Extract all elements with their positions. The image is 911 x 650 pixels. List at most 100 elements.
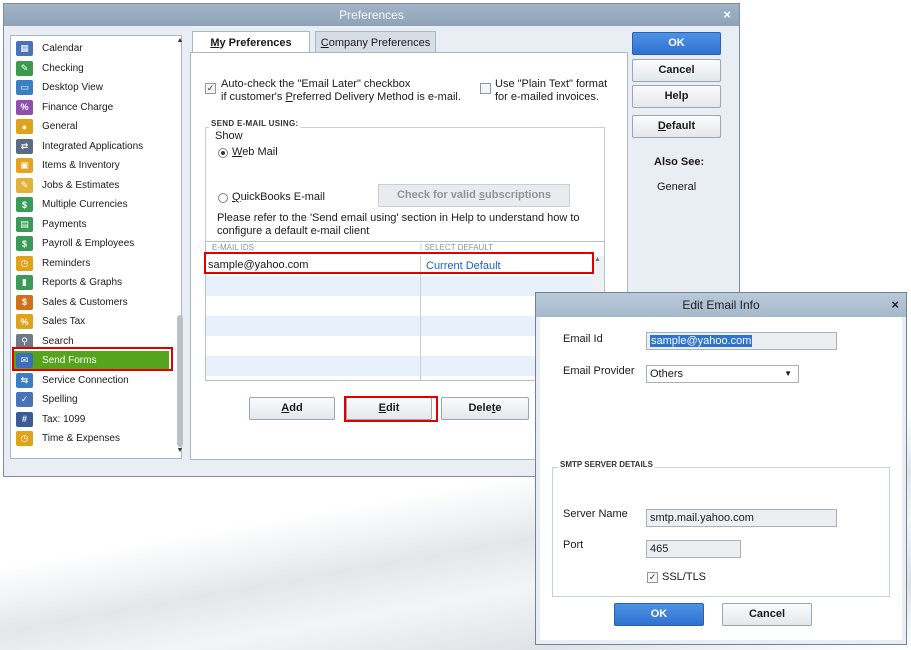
sidebar-item-tax-1099[interactable]: # Tax: 1099 <box>13 410 169 429</box>
help-button[interactable]: Help <box>632 85 721 108</box>
auto-check-line2a: if customer's <box>221 91 286 103</box>
auto-check-email-later-checkbox[interactable]: ✓ <box>205 83 216 94</box>
sidebar-item-spelling[interactable]: ✓ Spelling <box>13 390 169 409</box>
ok-button[interactable]: OK <box>632 32 721 55</box>
quickbooks-email-label[interactable]: QuickBooks E-mail <box>232 191 325 203</box>
integrated-applications-icon: ⇄ <box>16 138 33 154</box>
tab-company-underline: C <box>320 37 329 49</box>
also-see-label: Also See: <box>654 156 705 168</box>
edit-button-highlight-box <box>344 396 438 422</box>
sidebar-item-payroll-employees[interactable]: $ Payroll & Employees <box>13 234 169 253</box>
add-rest: dd <box>289 402 303 414</box>
sidebar-item-label: Calendar <box>42 43 83 54</box>
sidebar-item-general[interactable]: ● General <box>13 117 169 136</box>
check-subs-b: ubscriptions <box>485 189 552 201</box>
sidebar-item-label: Desktop View <box>42 82 103 93</box>
cancel-button[interactable]: Cancel <box>632 59 721 82</box>
scroll-up-icon[interactable]: ▲ <box>176 37 184 44</box>
sidebar-item-label: Payroll & Employees <box>42 238 135 249</box>
sidebar-item-reports-graphs[interactable]: ▮ Reports & Graphs <box>13 273 169 292</box>
sidebar-item-jobs-estimates[interactable]: ✎ Jobs & Estimates <box>13 176 169 195</box>
email-id-label: Email Id <box>563 333 603 345</box>
sidebar-item-time-expenses[interactable]: ◷ Time & Expenses <box>13 429 169 448</box>
grid-scroll-up-icon[interactable]: ▲ <box>594 256 601 263</box>
ssl-tls-checkbox[interactable]: ✓ <box>647 572 658 583</box>
tax-1099-icon: # <box>16 411 33 427</box>
delete-button[interactable]: Delete <box>441 397 529 420</box>
general-icon: ● <box>16 119 33 134</box>
default-underline: D <box>657 120 666 132</box>
send-email-using-title: SEND E-MAIL USING: <box>209 119 301 128</box>
edit-dialog-cancel-button[interactable]: Cancel <box>722 603 812 626</box>
sidebar-item-service-connection[interactable]: ⇆ Service Connection <box>13 371 169 390</box>
payments-icon: ▤ <box>16 216 33 232</box>
auto-check-line2-underline: P <box>285 91 293 103</box>
close-icon[interactable]: × <box>723 4 731 26</box>
spelling-icon: ✓ <box>16 392 33 407</box>
email-provider-select[interactable]: Others ▼ <box>646 365 799 383</box>
quickbooks-email-radio[interactable] <box>218 193 228 203</box>
sidebar-item-sales-customers[interactable]: $ Sales & Customers <box>13 293 169 312</box>
delete-a: Dele <box>468 402 492 414</box>
finance-charge-icon: % <box>16 99 33 115</box>
email-id-field[interactable]: sample@yahoo.com <box>646 332 837 350</box>
edit-dialog-ok-button[interactable]: OK <box>614 603 704 626</box>
tab-my-label: y Preferences <box>219 37 292 49</box>
server-name-field[interactable]: smtp.mail.yahoo.com <box>646 509 837 527</box>
sidebar-item-reminders[interactable]: ◷ Reminders <box>13 254 169 273</box>
sidebar-item-label: Items & Inventory <box>42 160 120 171</box>
time-expenses-icon: ◷ <box>16 431 33 446</box>
sidebar-item-integrated-applications[interactable]: ⇄ Integrated Applications <box>13 137 169 156</box>
col-email-ids: E-MAIL IDS <box>212 243 254 252</box>
sidebar-item-label: Integrated Applications <box>42 140 144 152</box>
web-mail-label[interactable]: Web Mail <box>232 146 278 158</box>
sidebar-item-label: Checking <box>42 62 84 74</box>
tab-my-underline: M <box>210 37 220 49</box>
sidebar-item-sales-tax[interactable]: % Sales Tax <box>13 312 169 331</box>
web-mail-radio[interactable] <box>218 148 228 158</box>
edit-dialog-titlebar: Edit Email Info × <box>536 293 906 317</box>
tab-my-preferences[interactable]: My Preferences <box>192 31 310 54</box>
tab-company-preferences[interactable]: Company Preferences <box>315 31 436 53</box>
checking-icon: ✎ <box>16 60 33 76</box>
sidebar-item-payments[interactable]: ▤ Payments <box>13 215 169 234</box>
qb-rest: uickBooks E-mail <box>240 191 325 203</box>
plain-text-checkbox[interactable] <box>480 83 491 94</box>
sidebar-item-desktop-view[interactable]: ▭ Desktop View <box>13 78 169 97</box>
items-inventory-icon: ▣ <box>16 158 33 173</box>
sales-customers-icon: $ <box>16 294 33 310</box>
multiple-currencies-icon: $ <box>16 197 33 212</box>
close-icon[interactable]: × <box>891 293 899 317</box>
plain-text-line2: for e-mailed invoices. <box>495 91 599 103</box>
scrollbar-thumb[interactable] <box>177 315 183 447</box>
port-label: Port <box>563 539 584 551</box>
auto-check-line1: Auto-check the "Email Later" checkbox <box>221 78 411 90</box>
auto-check-line2: if customer's Preferred Delivery Method … <box>221 91 461 103</box>
qb-underline: Q <box>232 191 241 203</box>
show-label: Show <box>215 130 243 142</box>
tab-company-label: ompany Preferences <box>328 37 431 49</box>
ssl-tls-label: SSL/TLS <box>662 571 707 583</box>
sidebar-item-items-inventory[interactable]: ▣ Items & Inventory <box>13 156 169 175</box>
default-button[interactable]: Default <box>632 115 721 138</box>
sidebar-item-finance-charge[interactable]: % Finance Charge <box>13 98 169 117</box>
add-button[interactable]: Add <box>249 397 335 420</box>
sidebar-item-label: Spelling <box>42 394 78 405</box>
also-see-general-link[interactable]: General <box>657 181 696 193</box>
sidebar-scrollbar[interactable]: ▲ ▼ <box>176 37 184 457</box>
sidebar-item-label: Reminders <box>42 257 91 269</box>
edit-email-info-dialog: Edit Email Info × Email Id sample@yahoo.… <box>535 292 907 645</box>
scroll-down-icon[interactable]: ▼ <box>176 447 184 454</box>
sidebar-item-calendar[interactable]: ▦ Calendar <box>13 39 169 58</box>
delete-b: e <box>495 402 502 414</box>
chevron-down-icon: ▼ <box>784 369 792 378</box>
port-field[interactable]: 465 <box>646 540 741 558</box>
web-mail-rest: eb Mail <box>242 146 278 158</box>
jobs-estimates-icon: ✎ <box>16 177 33 193</box>
desktop-view-icon: ▭ <box>16 80 33 95</box>
email-id-value: sample@yahoo.com <box>650 335 753 347</box>
col-select-default-label: SELECT DEFAULT <box>424 243 494 252</box>
check-valid-subscriptions-button[interactable]: Check for valid subscriptions <box>378 184 570 207</box>
sidebar-item-multiple-currencies[interactable]: $ Multiple Currencies <box>13 195 169 214</box>
sidebar-item-checking[interactable]: ✎ Checking <box>13 59 169 78</box>
